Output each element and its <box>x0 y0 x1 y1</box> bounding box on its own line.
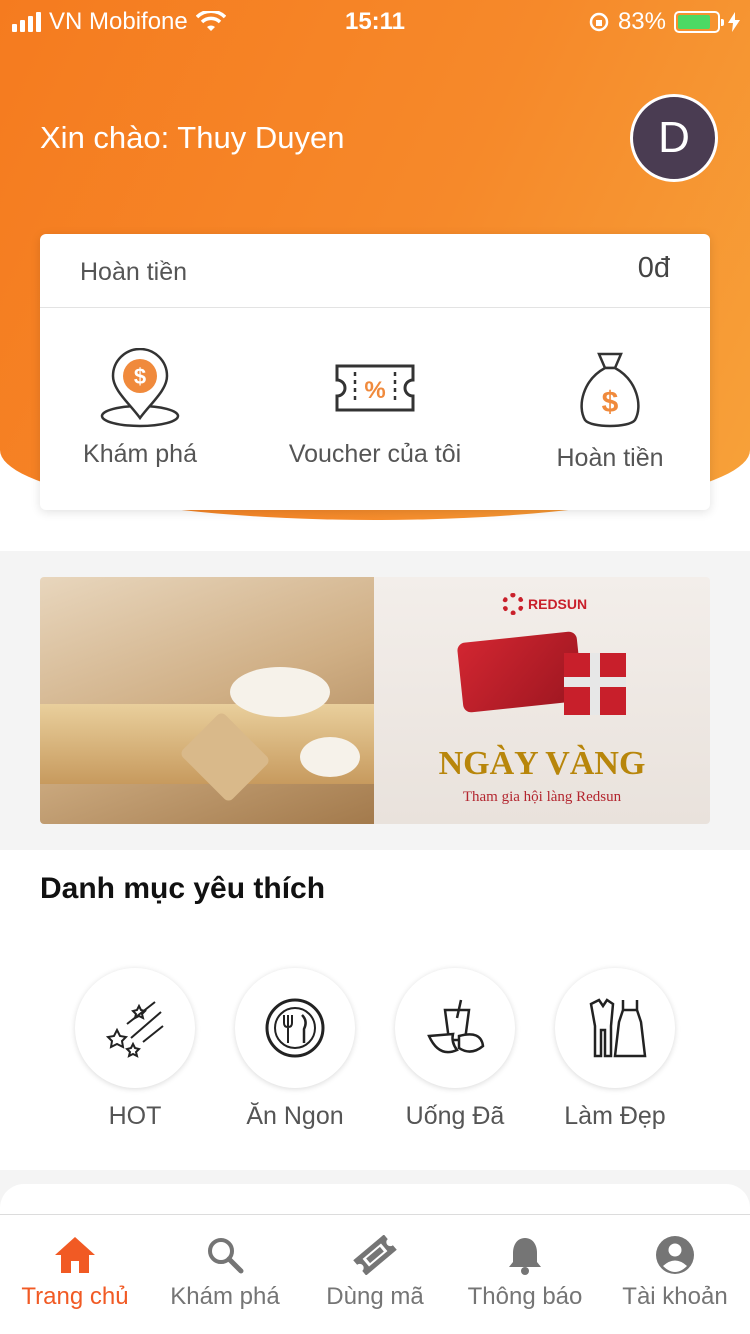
drink-fruit-icon <box>427 999 485 1054</box>
ticket-icon <box>353 1235 397 1275</box>
banner-promo-panel: REDSUN NGÀY VÀNG Tham gia hội làng Redsu… <box>374 577 710 824</box>
category-uong-da-circle <box>395 968 515 1088</box>
category-hot[interactable]: HOT <box>55 968 215 1131</box>
tab-home-label: Trang chủ <box>21 1283 129 1310</box>
tab-notifications-label: Thông báo <box>467 1283 583 1310</box>
avatar[interactable]: D <box>630 94 718 182</box>
cashback-label: Hoàn tiền <box>80 258 188 286</box>
cashback-summary[interactable]: Hoàn tiền 0đ <box>40 234 710 308</box>
banner-subtitle: Tham gia hội làng Redsun <box>462 789 622 805</box>
orientation-lock-icon <box>589 12 609 32</box>
banner-title: NGÀY VÀNG <box>438 745 646 782</box>
tab-notifications[interactable]: Thông báo <box>450 1215 600 1334</box>
banner-photo <box>40 577 374 824</box>
category-hot-label: HOT <box>108 1102 162 1130</box>
redsun-logo-icon <box>502 593 524 615</box>
category-an-ngon[interactable]: Ăn Ngon <box>215 968 375 1131</box>
cashback-amount: 0đ <box>637 252 670 284</box>
category-lam-dep[interactable]: Làm Đẹp <box>535 968 695 1131</box>
category-an-ngon-circle <box>235 968 355 1088</box>
banner-brand: REDSUN <box>502 593 587 615</box>
avatar-initial: D <box>658 113 690 162</box>
clothes-icon <box>589 998 647 1058</box>
action-cashback[interactable]: $ Hoàn tiền <box>500 308 720 473</box>
banner-brand-name: REDSUN <box>528 596 588 612</box>
section-divider <box>0 1170 750 1229</box>
action-my-voucher-label: Voucher của tôi <box>288 440 462 468</box>
tab-account[interactable]: Tài khoản <box>600 1215 750 1334</box>
category-uong-da-label: Uống Đã <box>405 1102 505 1130</box>
tab-explore-label: Khám phá <box>170 1283 280 1310</box>
tab-use-code[interactable]: Dùng mã <box>300 1215 450 1334</box>
category-lam-dep-circle <box>555 968 675 1088</box>
category-uong-da[interactable]: Uống Đã <box>375 968 535 1131</box>
charging-icon <box>728 12 740 32</box>
status-bar: VN Mobifone 15:11 83% <box>0 0 750 40</box>
svg-text:$: $ <box>602 386 619 419</box>
action-cashback-label: Hoàn tiền <box>556 444 664 472</box>
category-an-ngon-label: Ăn Ngon <box>246 1102 344 1130</box>
action-explore[interactable]: $ Khám phá <box>30 308 250 469</box>
gift-box-icon <box>564 653 626 715</box>
home-icon <box>55 1237 95 1273</box>
voucher-ticket-icon: % <box>335 364 415 412</box>
svg-text:%: % <box>364 377 385 404</box>
status-right: 83% <box>588 8 740 36</box>
cashback-card: Hoàn tiền 0đ $ Khám phá % Voucher của tô… <box>40 234 710 510</box>
battery-icon <box>674 11 724 33</box>
bottom-tab-bar: Trang chủ Khám phá Dùng mã Thông báo Tài… <box>0 1214 750 1334</box>
tab-home[interactable]: Trang chủ <box>0 1215 150 1334</box>
greeting-text: Xin chào: Thuy Duyen <box>40 120 345 155</box>
action-explore-label: Khám phá <box>83 440 197 468</box>
favorites-title: Danh mục yêu thích <box>40 872 326 905</box>
search-icon <box>208 1238 244 1274</box>
tab-explore[interactable]: Khám phá <box>150 1215 300 1334</box>
cashback-actions: $ Khám phá % Voucher của tôi $ Hoàn tiền <box>40 308 710 510</box>
category-hot-circle <box>75 968 195 1088</box>
bell-icon <box>509 1238 541 1275</box>
battery-percent: 83% <box>617 8 666 35</box>
tab-account-label: Tài khoản <box>622 1283 728 1310</box>
account-icon <box>656 1236 694 1274</box>
tab-use-code-label: Dùng mã <box>326 1283 424 1310</box>
action-my-voucher[interactable]: % Voucher của tôi <box>265 308 485 469</box>
svg-text:$: $ <box>134 364 146 389</box>
plate-cutlery-icon <box>265 998 325 1058</box>
money-bag-icon: $ <box>580 352 640 428</box>
location-coin-icon: $ <box>100 348 180 428</box>
stars-icon <box>105 1001 164 1058</box>
promo-banner[interactable]: REDSUN NGÀY VÀNG Tham gia hội làng Redsu… <box>40 577 710 824</box>
category-lam-dep-label: Làm Đẹp <box>564 1102 666 1130</box>
